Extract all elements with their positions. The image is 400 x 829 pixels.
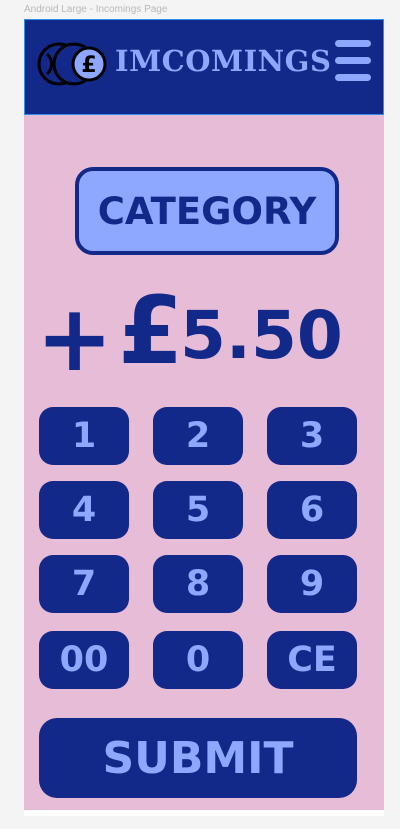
key-0[interactable]: 0 [153, 631, 243, 689]
currency-symbol: £ [118, 277, 184, 386]
category-button[interactable]: CATEGORY [75, 167, 339, 255]
hamburger-menu-icon[interactable] [335, 40, 371, 82]
key-clear-entry[interactable]: CE [267, 631, 357, 689]
frame-label: Android Large - Incomings Page [24, 4, 168, 15]
app-title: IMCOMINGS [115, 44, 332, 78]
key-2[interactable]: 2 [153, 407, 243, 465]
key-00[interactable]: 00 [39, 631, 129, 689]
app-header: £ IMCOMINGS [24, 19, 384, 115]
svg-text:£: £ [81, 53, 96, 78]
key-3[interactable]: 3 [267, 407, 357, 465]
key-8[interactable]: 8 [153, 555, 243, 613]
key-7[interactable]: 7 [39, 555, 129, 613]
submit-button[interactable]: SUBMIT [39, 718, 357, 798]
amount-sign: + [36, 285, 114, 392]
coins-pound-icon: £ [37, 42, 107, 86]
key-5[interactable]: 5 [153, 481, 243, 539]
key-1[interactable]: 1 [39, 407, 129, 465]
key-6[interactable]: 6 [267, 481, 357, 539]
amount-value: 5.50 [180, 297, 343, 374]
key-4[interactable]: 4 [39, 481, 129, 539]
bottom-edge [24, 810, 384, 816]
incomings-page: £ IMCOMINGS CATEGORY + £ 5.50 1 2 3 4 5 … [24, 19, 384, 810]
key-9[interactable]: 9 [267, 555, 357, 613]
